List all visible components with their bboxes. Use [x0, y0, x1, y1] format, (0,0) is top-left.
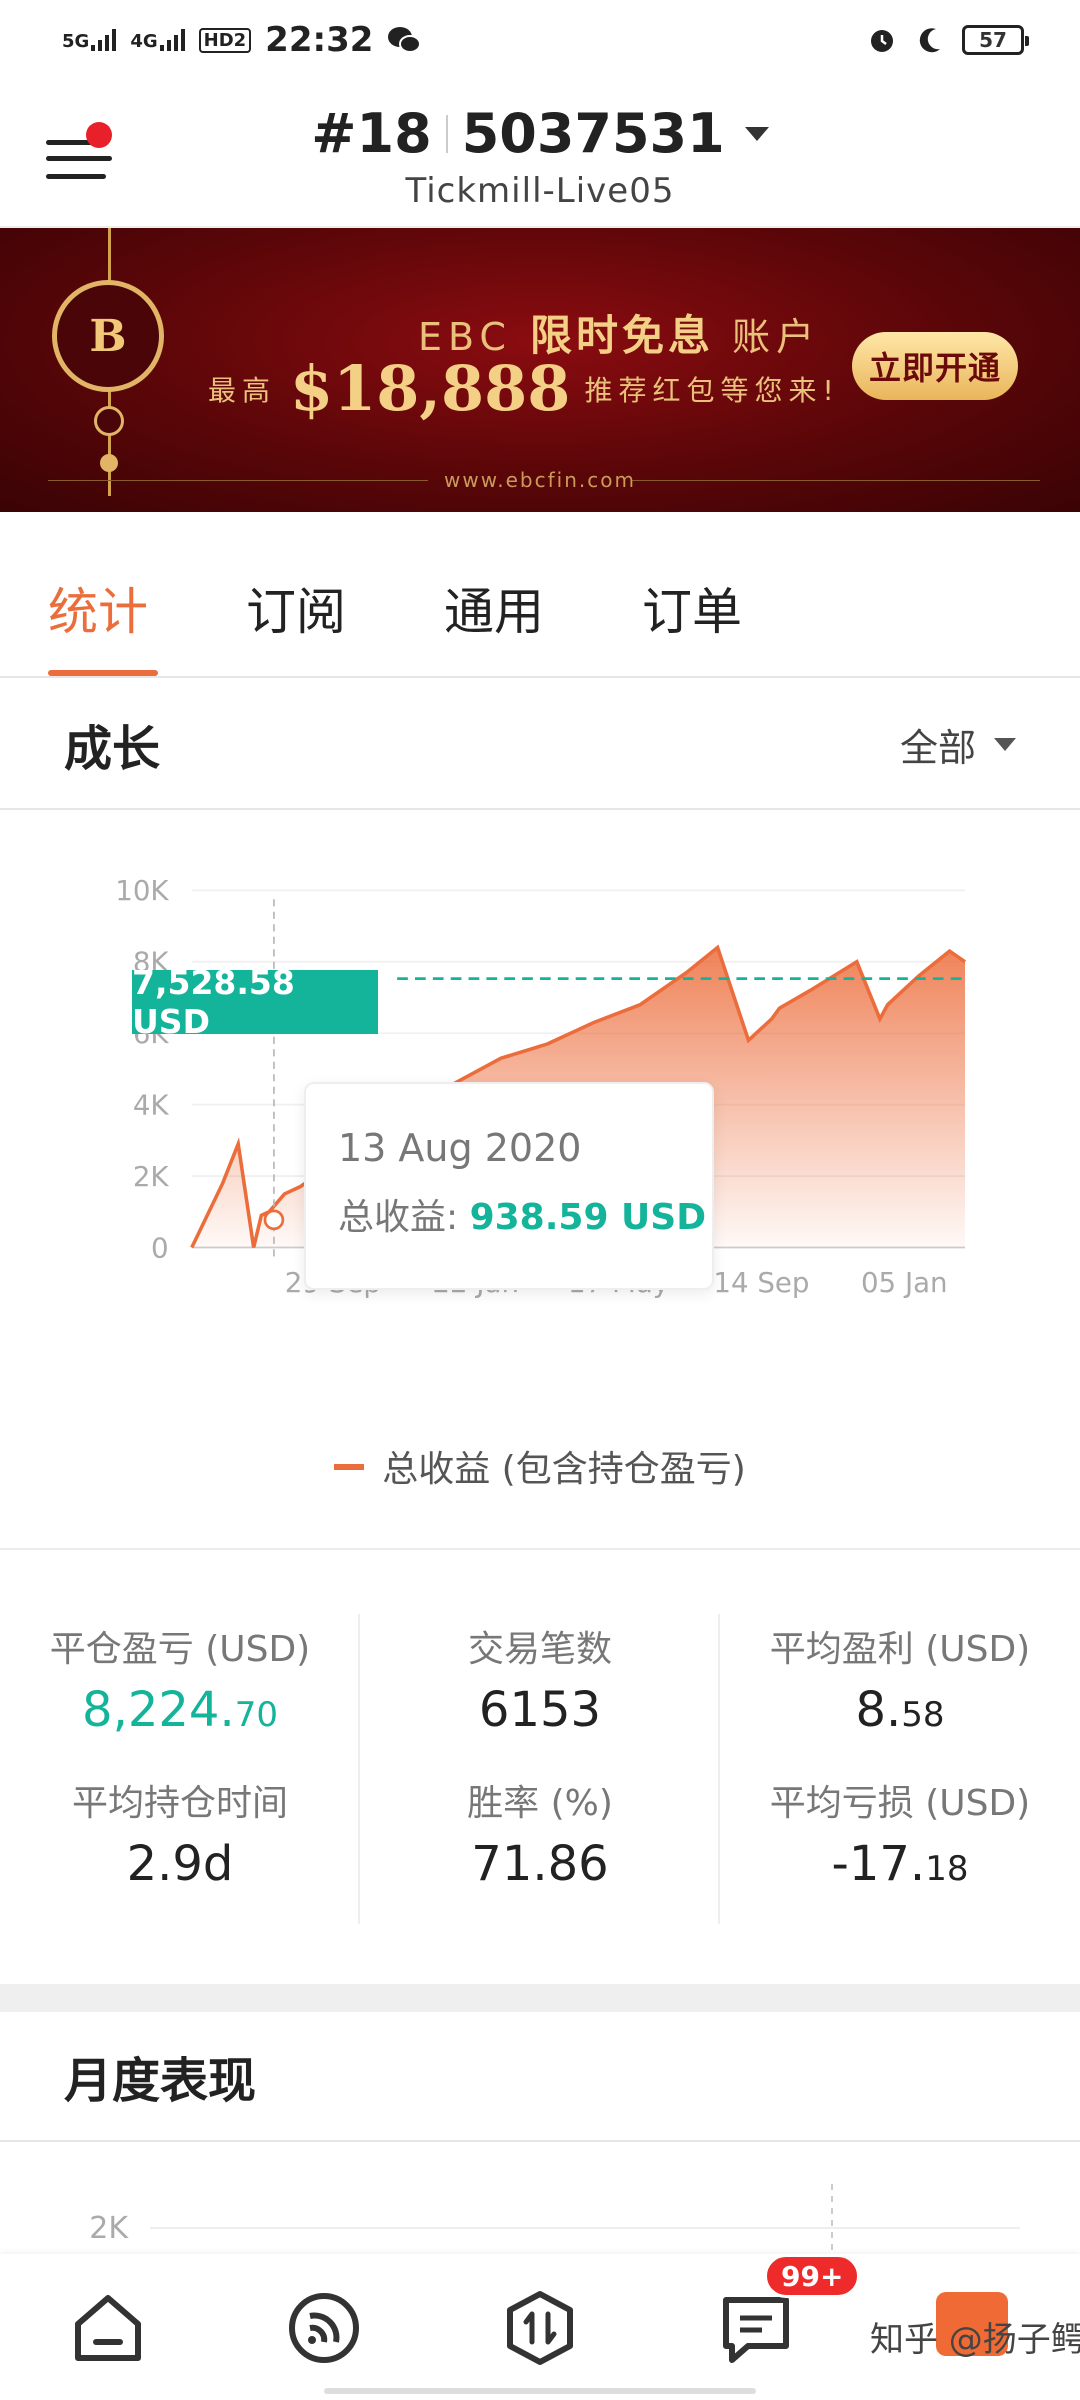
active-tab-indicator — [48, 670, 158, 676]
stat-label: 交易笔数 — [467, 1629, 612, 1670]
ebc-logo-icon: B — [52, 280, 164, 392]
legend-swatch — [334, 1464, 365, 1470]
stat-value: 6153 — [478, 1682, 602, 1738]
growth-header: 成长 全部 — [0, 680, 1080, 810]
range-filter-label: 全部 — [899, 725, 976, 770]
tooltip-date: 13 Aug 2020 — [338, 1126, 582, 1170]
hd-voice-icon: HD2 — [198, 27, 252, 53]
stat-closed-pnl: 平仓盈亏 (USD) 8,224.70 — [0, 1620, 360, 1738]
tab-orders[interactable]: 订单 — [642, 572, 742, 644]
stat-label: 胜率 (%) — [467, 1783, 613, 1824]
stat-avg-profit: 平均盈利 (USD) 8.58 — [720, 1620, 1080, 1738]
account-selector[interactable]: #18 5037531 Tickmill-Live05 — [0, 102, 1080, 211]
signal-feed-icon[interactable] — [286, 2290, 362, 2366]
account-prefix: #18 — [311, 102, 432, 165]
tab-bar: 统计 订阅 通用 订单 — [0, 512, 1080, 678]
stat-label: 平均盈利 (USD) — [769, 1629, 1031, 1670]
account-number: 5037531 — [461, 102, 725, 165]
tab-statistics[interactable]: 统计 — [48, 572, 148, 644]
chart-legend[interactable]: 总收益 (包含持仓盈亏) — [0, 1440, 1080, 1492]
banner-subline: 最高 $18,888 推荐红包等您来! — [208, 352, 840, 425]
section-title: 月度表现 — [64, 2053, 257, 2109]
stat-avg-loss: 平均亏损 (USD) -17.18 — [720, 1774, 1080, 1892]
stat-value: 71.86 — [471, 1836, 609, 1892]
stats-panel: 平仓盈亏 (USD) 8,224.70 平均持仓时间 2.9d 交易笔数 615… — [0, 1548, 1080, 1984]
moon-icon — [919, 28, 940, 53]
home-indicator[interactable] — [324, 2388, 756, 2394]
tab-subscriptions[interactable]: 订阅 — [246, 572, 346, 644]
stat-label: 平均持仓时间 — [71, 1783, 288, 1824]
knot-icon — [94, 406, 124, 436]
banner-url: www.ebcfin.com — [444, 468, 636, 492]
battery-icon: 57 — [962, 25, 1029, 55]
tab-general[interactable]: 通用 — [444, 572, 544, 644]
stat-label: 平均亏损 (USD) — [769, 1783, 1031, 1824]
range-filter[interactable]: 全部 — [900, 717, 1016, 772]
current-value-tag: 7,528.58 USD — [132, 963, 378, 1041]
promo-banner[interactable]: B EBC 限时免息 账户 最高 $18,888 推荐红包等您来! 立即开通 w… — [0, 228, 1080, 512]
y-tick-label: 0 — [151, 1231, 169, 1264]
chevron-down-icon — [744, 126, 769, 141]
unread-badge: 99+ — [764, 2254, 861, 2298]
stat-win-rate: 胜率 (%) 71.86 — [360, 1774, 720, 1892]
watermark: 知乎 @扬子鳄1 — [870, 2320, 1080, 2360]
stat-label: 平仓盈亏 (USD) — [49, 1629, 311, 1670]
stat-value: -17.18 — [831, 1836, 969, 1892]
open-account-button[interactable]: 立即开通 — [852, 332, 1018, 400]
alarm-icon — [871, 30, 893, 52]
app-header: #18 5037531 Tickmill-Live05 — [0, 80, 1080, 228]
trade-icon[interactable] — [502, 2290, 578, 2366]
stat-value: 8,224.70 — [82, 1682, 278, 1738]
y-tick-label: 4K — [133, 1088, 170, 1121]
y-tick-label: 2K — [133, 1160, 170, 1193]
chart-tooltip: 13 Aug 2020 总收益: 938.59 USD — [304, 1082, 714, 1290]
clock: 22:32 — [265, 20, 374, 60]
crosshair-point — [263, 1209, 285, 1231]
section-title: 成长 — [64, 721, 161, 777]
stat-value: 2.9d — [126, 1836, 234, 1892]
signal-5g-icon: 5G — [62, 29, 117, 51]
x-tick-label: 14 Sep — [713, 1266, 809, 1299]
section-gap — [0, 1984, 1080, 2012]
status-bar: 5G 4G HD2 22:32 57 — [0, 0, 1080, 80]
stat-avg-hold-time: 平均持仓时间 2.9d — [0, 1774, 360, 1892]
chevron-down-icon — [994, 737, 1016, 751]
wechat-icon — [388, 27, 422, 53]
monthly-header: 月度表现 — [0, 2012, 1080, 2142]
x-tick-label: 05 Jan — [861, 1266, 948, 1299]
tooltip-value: 938.59 USD — [469, 1197, 707, 1238]
tooltip-label: 总收益: — [338, 1197, 470, 1238]
stat-trade-count: 交易笔数 6153 — [360, 1620, 720, 1738]
server-name: Tickmill-Live05 — [405, 171, 675, 211]
bottom-nav: 99+ 知乎 @扬子鳄1 — [0, 2254, 1080, 2400]
y-tick-label: 10K — [115, 874, 169, 907]
signal-4g-icon: 4G — [130, 29, 185, 51]
monthly-chart: 2K — [89, 2184, 1020, 2254]
messages-icon[interactable] — [718, 2290, 794, 2366]
legend-label: 总收益 (包含持仓盈亏) — [382, 1449, 746, 1490]
stat-value: 8.58 — [855, 1682, 945, 1738]
monthly-y-tick: 2K — [89, 2211, 129, 2246]
home-icon[interactable] — [70, 2290, 146, 2366]
tooltip-row: 总收益: 938.59 USD — [338, 1188, 706, 1240]
